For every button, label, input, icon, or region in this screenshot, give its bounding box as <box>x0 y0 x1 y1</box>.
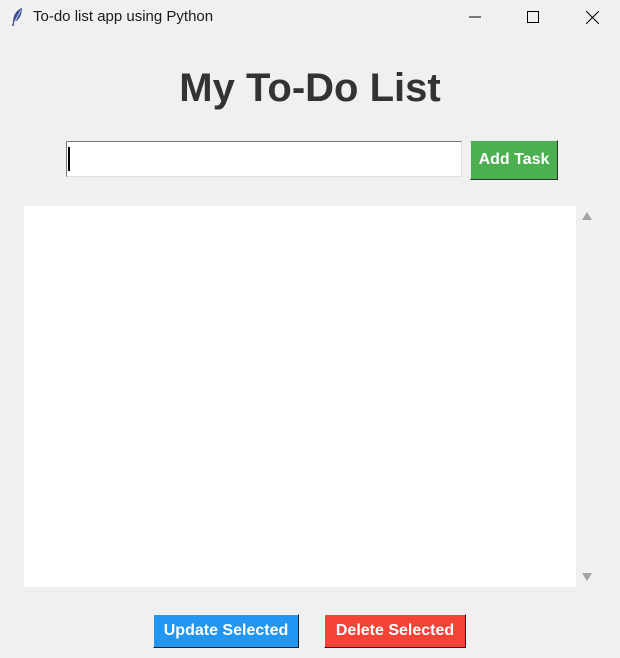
task-input[interactable] <box>66 141 462 177</box>
update-selected-button[interactable]: Update Selected <box>153 614 299 648</box>
delete-selected-button[interactable]: Delete Selected <box>324 614 466 648</box>
title-bar[interactable]: To-do list app using Python <box>0 0 620 34</box>
text-caret <box>68 147 70 171</box>
minimize-icon <box>469 11 481 23</box>
task-listbox[interactable] <box>24 206 576 587</box>
close-icon <box>585 10 599 24</box>
add-task-button[interactable]: Add Task <box>470 140 558 180</box>
scroll-up-arrow-icon[interactable] <box>582 212 592 220</box>
scroll-down-arrow-icon[interactable] <box>582 573 592 581</box>
page-title: My To-Do List <box>179 66 441 110</box>
close-button[interactable] <box>569 0 615 34</box>
window-title: To-do list app using Python <box>33 8 214 25</box>
task-list-scrollbar[interactable] <box>577 206 597 587</box>
feather-icon <box>10 7 24 27</box>
maximize-button[interactable] <box>510 0 556 34</box>
minimize-button[interactable] <box>452 0 498 34</box>
maximize-icon <box>527 11 539 23</box>
